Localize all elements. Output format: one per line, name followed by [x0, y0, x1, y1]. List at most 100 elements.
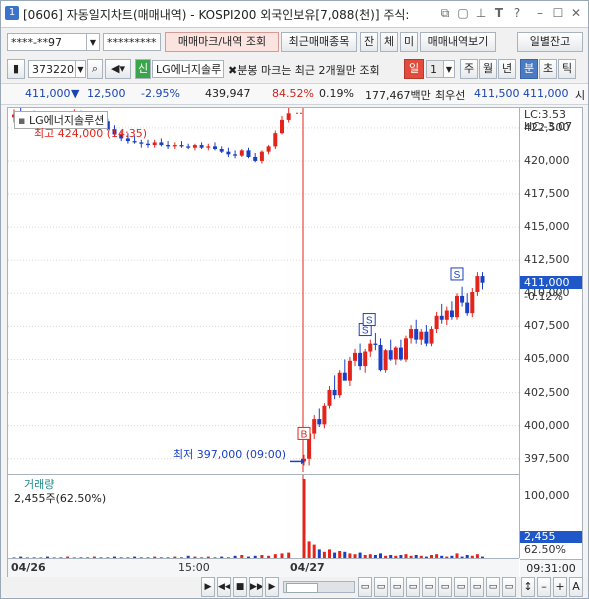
candle-body: [266, 146, 271, 152]
search-icon[interactable]: ⌕: [87, 59, 103, 79]
candle-body: [460, 295, 465, 303]
more-label: 시: [575, 89, 586, 102]
candle-body: [444, 310, 449, 320]
candle-body: [398, 347, 403, 360]
candle-body: [192, 145, 197, 148]
price-candles: BSSS: [8, 108, 519, 472]
change-percent: -2.95%: [141, 87, 180, 100]
mark-query-button[interactable]: 매매마크/내역 조회: [165, 32, 279, 52]
price-tick-label: 407,500: [524, 319, 570, 333]
daily-balance-button[interactable]: 일별잔고: [517, 32, 583, 52]
stock-code-input[interactable]: 373220: [28, 60, 76, 78]
tab-tick[interactable]: 틱: [558, 59, 576, 79]
tab-week[interactable]: 주: [460, 59, 478, 79]
interval-input[interactable]: 1: [426, 60, 444, 78]
popout-icon[interactable]: ⧉: [438, 6, 452, 20]
layout-icon[interactable]: ▢: [456, 6, 470, 20]
candle-body: [159, 142, 164, 146]
rewind-icon[interactable]: ◀◀: [217, 577, 231, 597]
tab-year[interactable]: 년: [498, 59, 516, 79]
down-arrow-icon: ▼: [71, 87, 80, 100]
candle-body: [219, 149, 224, 152]
account-toolbar: ****-**97 ▼ ********* 매매마크/내역 조회 최근매매종목 …: [1, 28, 588, 56]
time-axis[interactable]: 04/26 15:00 04/27: [8, 558, 519, 578]
volume-bar: [312, 544, 316, 559]
interval-dropdown-icon[interactable]: ▼: [443, 60, 455, 78]
view-option-icon-10[interactable]: ▭: [502, 577, 516, 597]
trade-history-button[interactable]: 매매내역보기: [420, 32, 496, 52]
view-option-icon-9[interactable]: ▭: [486, 577, 500, 597]
help-icon[interactable]: ?: [510, 6, 524, 20]
price-axis[interactable]: LC:3.53 HC:-3.07 422,500 420,000 417,500 41…: [519, 108, 583, 578]
legend-color-icon: ▪: [18, 114, 26, 127]
filled-button[interactable]: 체: [380, 32, 398, 52]
candle-body: [363, 351, 368, 367]
candle-body: [206, 146, 211, 148]
period-day-button[interactable]: 일: [404, 59, 424, 79]
unfilled-button[interactable]: 미: [400, 32, 418, 52]
candle-body: [152, 142, 157, 146]
candle-body: [139, 142, 144, 144]
minimize-icon[interactable]: –: [533, 6, 547, 20]
candle-body: [132, 141, 137, 143]
price-tick-label: 397,500: [524, 451, 570, 465]
scroll-left-icon[interactable]: ▶: [201, 577, 215, 597]
tab-month[interactable]: 월: [479, 59, 497, 79]
candle-body: [378, 344, 383, 371]
recent-trades-button[interactable]: 최근매매종목: [281, 32, 357, 52]
close-icon[interactable]: ✕: [569, 6, 583, 20]
zoom-out-icon[interactable]: –: [537, 577, 551, 597]
volume-bar: [302, 479, 306, 559]
candle-body: [455, 295, 459, 318]
candle-body: [368, 343, 373, 352]
pin-icon[interactable]: ⊥: [474, 6, 488, 20]
tab-second[interactable]: 초: [539, 59, 557, 79]
view-option-icon-6[interactable]: ▭: [438, 577, 452, 597]
candle-body: [353, 352, 357, 361]
zoom-fit-icon[interactable]: ↕: [521, 577, 535, 597]
view-option-icon-2[interactable]: ▭: [374, 577, 388, 597]
candle-body: [166, 145, 171, 147]
current-pct-label: -0.12%: [524, 290, 563, 303]
chevron-down-icon[interactable]: ▼: [86, 33, 100, 51]
time-readout: 09:31:00: [520, 559, 582, 578]
view-option-icon-8[interactable]: ▭: [470, 577, 484, 597]
price-tick-label: 402,500: [524, 385, 570, 399]
candle-body: [172, 145, 177, 147]
chart-area[interactable]: BSSS ▪ LG에너지솔루션 최고 424,000 (14:35) 최저 39…: [7, 107, 583, 579]
scrollbar-thumb[interactable]: [286, 583, 318, 593]
credit-badge[interactable]: 신: [135, 59, 151, 79]
account-select[interactable]: ****-**97: [7, 33, 87, 51]
tab-minute[interactable]: 분: [520, 59, 538, 79]
fast-forward-icon[interactable]: ▶▶: [249, 577, 263, 597]
view-option-icon-3[interactable]: ▭: [390, 577, 404, 597]
view-option-icon-1[interactable]: ▭: [358, 577, 372, 597]
scrollbar[interactable]: [283, 581, 355, 593]
stock-type-icon[interactable]: ▮: [7, 59, 25, 79]
view-option-icon-5[interactable]: ▭: [422, 577, 436, 597]
stop-icon[interactable]: ■: [233, 577, 247, 597]
candle-body: [414, 329, 419, 340]
candle-body: [347, 360, 352, 381]
candle-body: [434, 315, 439, 330]
maximize-icon[interactable]: ☐: [551, 6, 565, 20]
candle-body: [465, 302, 470, 314]
balance-button[interactable]: 잔: [360, 32, 378, 52]
volume-bars: [12, 475, 484, 559]
price-plot[interactable]: BSSS ▪ LG에너지솔루션 최고 424,000 (14:35) 최저 39…: [8, 108, 519, 472]
code-dropdown-icon[interactable]: ▼: [75, 60, 86, 78]
zoom-in-icon[interactable]: +: [553, 577, 567, 597]
password-input[interactable]: *********: [103, 33, 161, 51]
font-size-icon[interactable]: A: [569, 577, 583, 597]
volume-axis-tick: 100,000: [524, 489, 570, 502]
candle-body: [213, 146, 217, 150]
candle-body: [273, 133, 278, 147]
speaker-icon[interactable]: ◀▾: [105, 59, 131, 79]
volume-plot[interactable]: 거래량 2,455주(62.50%): [8, 474, 519, 559]
view-option-icon-4[interactable]: ▭: [406, 577, 420, 597]
scroll-right-icon[interactable]: ▶: [265, 577, 279, 597]
price-tick-label: 412,500: [524, 253, 570, 267]
view-option-icon-7[interactable]: ▭: [454, 577, 468, 597]
font-icon[interactable]: T: [492, 6, 506, 20]
trade-amount: 177,467백만: [365, 89, 431, 102]
